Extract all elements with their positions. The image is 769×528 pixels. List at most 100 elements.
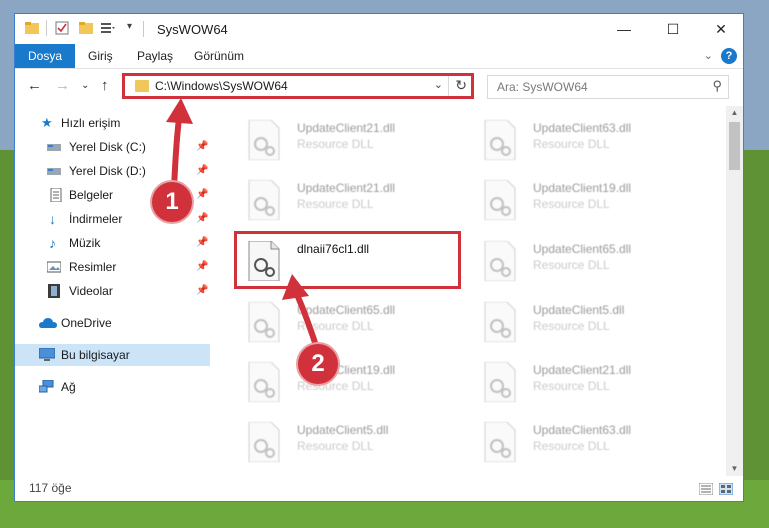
search-box[interactable]: Ara: SysWOW64 ⚲	[487, 75, 729, 99]
sidebar-item-label: Videolar	[69, 284, 113, 298]
cloud-icon	[39, 318, 57, 328]
scroll-down-icon[interactable]: ▼	[726, 462, 743, 476]
navigation-pane: ★ Hızlı erişim Yerel Disk (C:) 📌 Yerel D…	[15, 106, 210, 466]
sidebar-item-videos[interactable]: Videolar 📌	[15, 280, 210, 302]
item-count: 117 öğe	[29, 481, 72, 495]
pin-icon[interactable]: 📌	[196, 256, 208, 278]
status-bar: 117 öğe	[15, 476, 743, 501]
recent-locations-icon[interactable]: ⌄	[81, 80, 89, 91]
drive-icon	[47, 168, 61, 175]
sidebar-item-label: İndirmeler	[69, 212, 123, 226]
file-item[interactable]: UpdateClient65.dll Resource DLL	[475, 233, 697, 289]
sidebar-item-music[interactable]: ♪ Müzik 📌	[15, 232, 210, 254]
sidebar-item-label: Belgeler	[69, 188, 114, 202]
sidebar-item-onedrive[interactable]: OneDrive	[15, 312, 210, 334]
sidebar-item-quick-access[interactable]: ★ Hızlı erişim	[15, 112, 210, 134]
file-description: Resource DLL	[533, 197, 610, 211]
file-description: Resource DLL	[297, 137, 374, 151]
file-item[interactable]: UpdateClient5.dll Resource DLL	[475, 294, 697, 350]
step-1-callout: 1	[152, 182, 192, 222]
file-description: Resource DLL	[533, 137, 610, 151]
back-icon[interactable]: ←	[27, 77, 42, 94]
dll-file-icon	[248, 422, 280, 462]
title-divider	[143, 21, 144, 37]
file-item[interactable]: UpdateClient21.dll Resource DLL	[239, 172, 461, 228]
pin-icon[interactable]: 📌	[196, 136, 208, 158]
file-description: Resource DLL	[533, 379, 610, 393]
tab-file[interactable]: Dosya	[15, 44, 76, 68]
file-item[interactable]: UpdateClient21.dll Resource DLL	[239, 112, 461, 168]
sidebar-item-label: Ağ	[61, 380, 76, 394]
help-icon[interactable]: ?	[721, 48, 737, 64]
dll-file-icon	[484, 180, 516, 220]
maximize-button[interactable]: ☐	[651, 14, 695, 44]
dll-file-icon	[248, 302, 280, 342]
details-view-icon[interactable]	[699, 483, 713, 495]
file-item[interactable]: UpdateClient63.dll Resource DLL	[475, 112, 697, 168]
tab-share[interactable]: Paylaş	[137, 44, 173, 68]
dll-file-icon	[484, 362, 516, 402]
dll-file-icon	[484, 241, 516, 281]
scroll-up-icon[interactable]: ▲	[726, 106, 743, 120]
sidebar-item-network[interactable]: Ağ	[15, 376, 210, 398]
address-highlight-box	[122, 73, 474, 99]
pin-icon[interactable]: 📌	[196, 184, 208, 206]
pin-icon[interactable]: 📌	[196, 232, 208, 254]
file-name: UpdateClient63.dll	[533, 423, 632, 437]
minimize-button[interactable]: —	[602, 14, 646, 44]
file-name: UpdateClient65.dll	[297, 303, 396, 317]
close-button[interactable]: ✕	[699, 14, 743, 44]
file-name: UpdateClient21.dll	[297, 121, 396, 135]
sidebar-item-label: Bu bilgisayar	[61, 348, 130, 362]
tab-view[interactable]: Görünüm	[194, 44, 244, 68]
properties-icon[interactable]	[55, 21, 69, 35]
search-icon[interactable]: ⚲	[712, 78, 722, 94]
pin-icon[interactable]: 📌	[196, 160, 208, 182]
dll-file-icon	[248, 180, 280, 220]
qa-dropdown-icon[interactable]: ▾	[127, 21, 132, 32]
ribbon-tabs: Dosya Giriş Paylaş Görünüm ⌄ ?	[15, 44, 743, 69]
sidebar-item-disk-d[interactable]: Yerel Disk (D:) 📌	[15, 160, 210, 182]
file-item[interactable]: UpdateClient21.dll Resource DLL	[475, 354, 697, 410]
search-placeholder[interactable]: Ara: SysWOW64	[497, 80, 588, 94]
sidebar-item-label: Müzik	[69, 236, 101, 250]
file-highlight-box	[234, 231, 461, 289]
dll-file-icon	[484, 120, 516, 160]
sidebar-item-label: OneDrive	[61, 316, 112, 330]
file-description: Resource DLL	[533, 258, 610, 272]
up-icon[interactable]: ↑	[101, 77, 109, 94]
qa-divider	[46, 20, 47, 36]
vertical-scrollbar[interactable]: ▲ ▼	[726, 106, 743, 476]
sidebar-item-label: Hızlı erişim	[61, 116, 121, 130]
file-item[interactable]: UpdateClient63.dll Resource DLL	[475, 414, 697, 468]
network-icon	[39, 380, 54, 393]
navigation-bar: ← → ⌄ ↑ C:\Windows\SysWOW64 ⌄ ↻ Ara: Sys…	[15, 69, 743, 103]
file-item[interactable]: UpdateClient5.dll Resource DLL	[239, 414, 461, 468]
tab-home[interactable]: Giriş	[88, 44, 113, 68]
star-icon: ★	[41, 115, 53, 130]
video-icon	[48, 284, 60, 298]
scroll-thumb[interactable]	[729, 122, 740, 170]
new-folder-icon[interactable]	[79, 22, 93, 34]
file-name: UpdateClient63.dll	[533, 121, 632, 135]
sidebar-item-disk-c[interactable]: Yerel Disk (C:) 📌	[15, 136, 210, 158]
dll-file-icon	[484, 302, 516, 342]
sidebar-item-label: Yerel Disk (C:)	[69, 140, 146, 154]
large-icons-view-icon[interactable]	[719, 483, 733, 495]
file-description: Resource DLL	[297, 439, 374, 453]
customize-icon[interactable]	[101, 22, 115, 34]
sidebar-item-pictures[interactable]: Resimler 📌	[15, 256, 210, 278]
file-item[interactable]: UpdateClient19.dll Resource DLL	[239, 354, 461, 410]
pin-icon[interactable]: 📌	[196, 208, 208, 230]
file-item[interactable]: UpdateClient19.dll Resource DLL	[475, 172, 697, 228]
forward-icon[interactable]: →	[55, 77, 70, 94]
download-icon: ↓	[49, 211, 56, 227]
sidebar-item-this-pc[interactable]: Bu bilgisayar	[15, 344, 210, 366]
file-name: UpdateClient21.dll	[533, 363, 632, 377]
pin-icon[interactable]: 📌	[196, 280, 208, 302]
file-name: UpdateClient21.dll	[297, 181, 396, 195]
expand-ribbon-icon[interactable]: ⌄	[704, 49, 713, 62]
file-name: UpdateClient5.dll	[533, 303, 625, 317]
step-2-callout: 2	[298, 344, 338, 384]
file-item[interactable]: UpdateClient65.dll Resource DLL	[239, 294, 461, 350]
